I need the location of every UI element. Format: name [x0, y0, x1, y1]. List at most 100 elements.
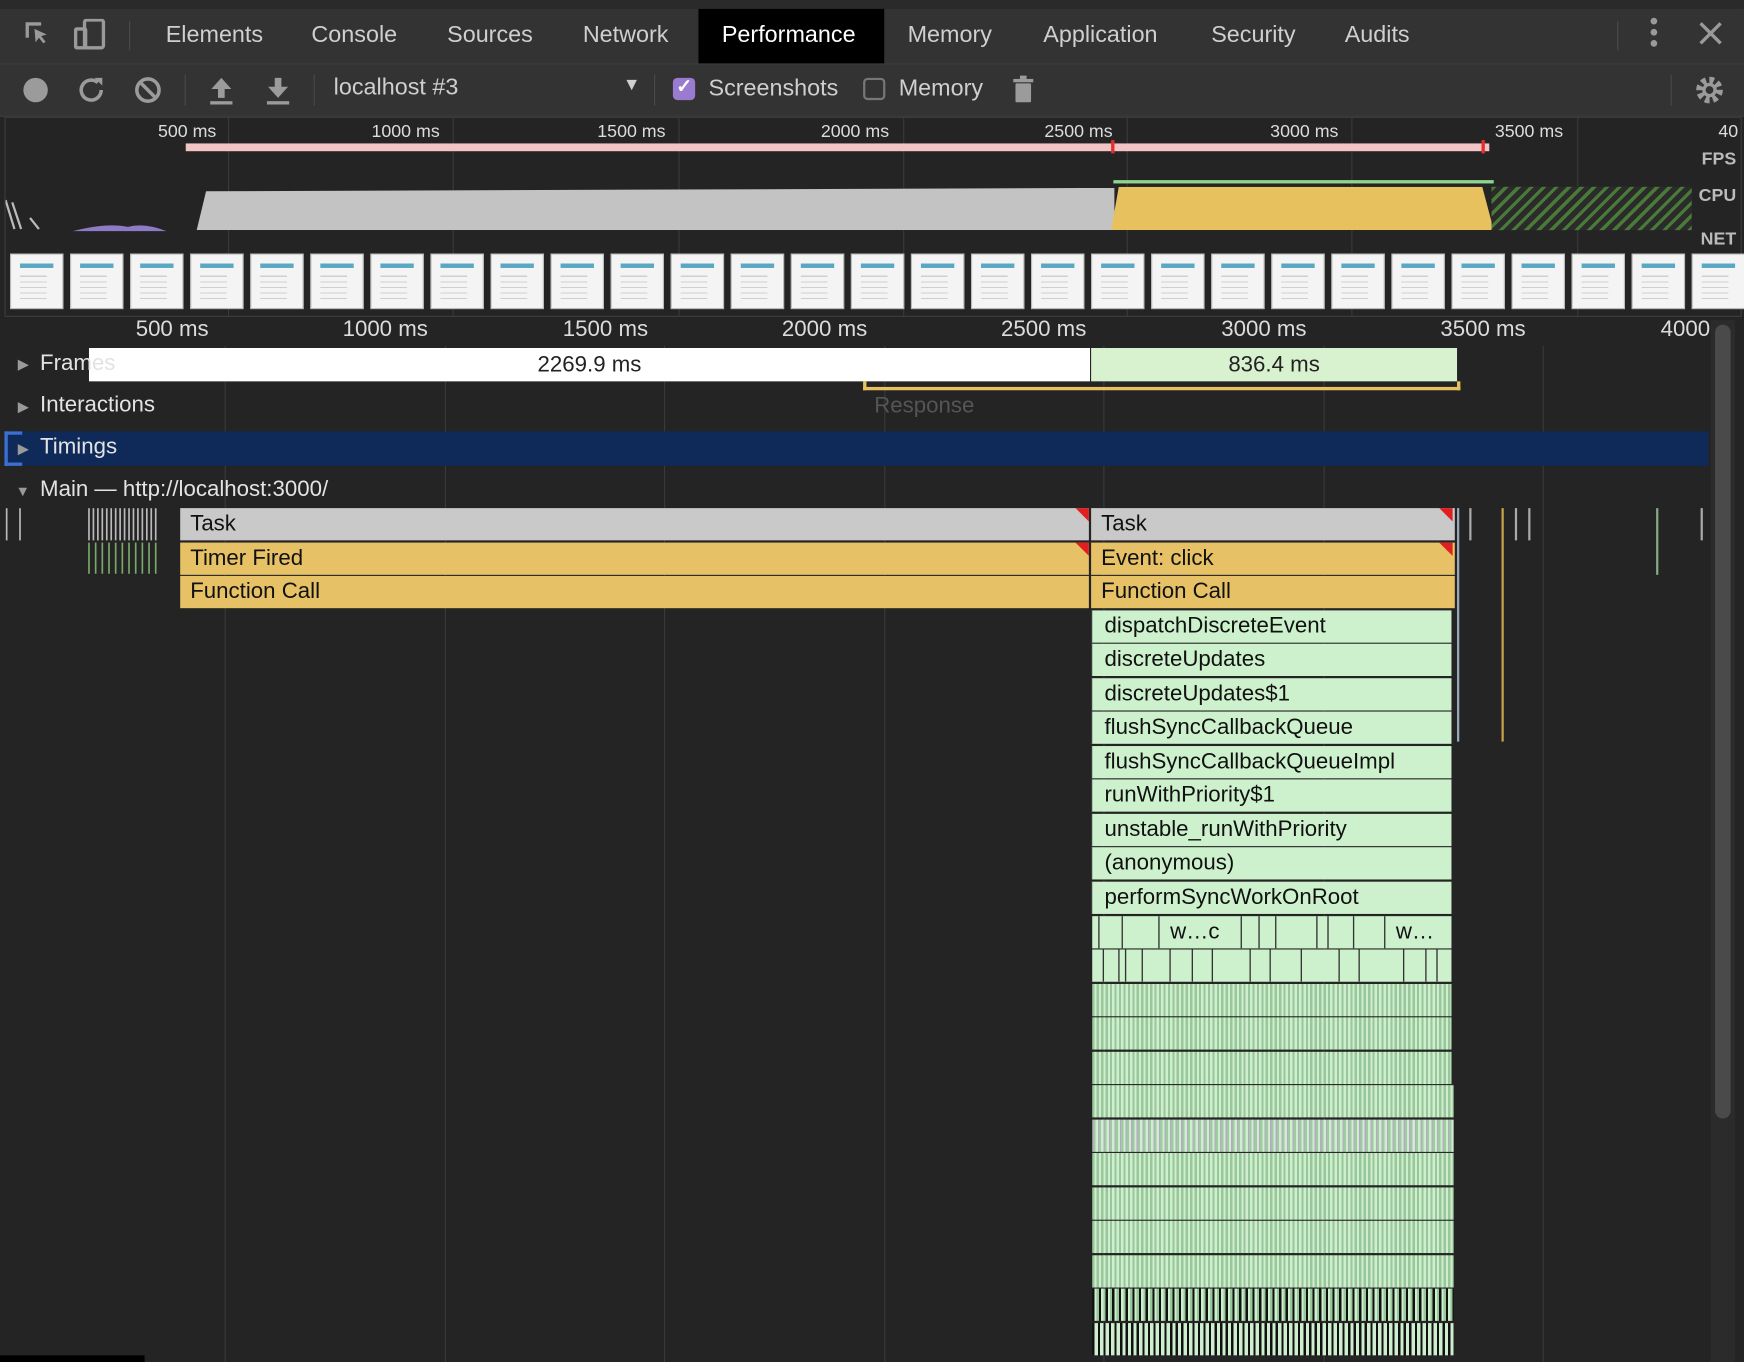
truncated-frames-row[interactable]: w…c w… [1092, 916, 1452, 949]
screenshot-thumbnail[interactable] [130, 253, 184, 310]
frames-strip[interactable]: 2269.9 ms 836.4 ms [88, 348, 1458, 382]
screenshot-thumbnail[interactable] [1151, 253, 1205, 310]
memory-checkbox[interactable] [863, 77, 886, 101]
screenshot-thumbnail[interactable] [1391, 253, 1445, 310]
screenshot-thumbnail[interactable] [370, 253, 424, 310]
dense-stack-row[interactable] [1092, 1152, 1454, 1186]
small-task-marker[interactable] [1700, 508, 1703, 541]
main-thread-label[interactable]: Main — http://localhost:3000/ [40, 477, 328, 503]
expand-triangle-icon[interactable]: ▶ [18, 440, 29, 458]
timings-row[interactable] [4, 431, 1709, 466]
timer-fired-bar[interactable]: Timer Fired [180, 542, 1089, 575]
scrollbar-thumb[interactable] [1715, 324, 1731, 1119]
screenshot-thumbnail[interactable] [10, 253, 64, 310]
screenshot-thumbnail[interactable] [1211, 253, 1265, 310]
timings-row-label[interactable]: Timings [40, 435, 117, 461]
tab-memory[interactable]: Memory [884, 9, 1015, 63]
screenshot-thumbnail[interactable] [430, 253, 484, 310]
dense-stack-row[interactable] [1092, 1085, 1454, 1118]
record-icon[interactable] [19, 73, 52, 106]
screenshot-thumbnail[interactable] [310, 253, 364, 310]
tab-security[interactable]: Security [1188, 9, 1319, 63]
more-vertical-icon[interactable] [1642, 16, 1666, 54]
screenshot-thumbnail[interactable] [1691, 253, 1744, 310]
task-bar[interactable]: Task [1091, 508, 1455, 541]
stack-frame-bar[interactable]: dispatchDiscreteEvent [1091, 610, 1452, 643]
screenshot-thumbnail[interactable] [1631, 253, 1686, 310]
timeline-overview[interactable]: 500 ms 1000 ms 1500 ms 2000 ms 2500 ms 3… [4, 116, 1744, 317]
frames-row-label[interactable]: Frames [40, 351, 115, 377]
close-icon[interactable] [1697, 20, 1724, 54]
stack-frame-bar[interactable]: flushSyncCallbackQueue [1091, 711, 1452, 744]
truncated-frame-label[interactable]: w…c [1170, 916, 1219, 948]
task-bar[interactable]: Task [180, 508, 1089, 541]
screenshot-thumbnail[interactable] [1271, 253, 1325, 310]
collapse-triangle-icon[interactable]: ▼ [16, 483, 30, 500]
dense-stack-row[interactable] [1092, 1288, 1454, 1321]
screenshot-thumbnail[interactable] [1571, 253, 1625, 310]
dense-stack-row[interactable] [1092, 949, 1452, 982]
device-toolbar-icon[interactable] [73, 18, 106, 58]
dense-stack-row[interactable] [1092, 983, 1452, 1017]
stack-frame-bar[interactable]: runWithPriority$1 [1091, 779, 1452, 812]
small-task-marker[interactable] [1656, 508, 1659, 575]
screenshot-thumbnail[interactable] [730, 253, 785, 310]
screenshots-label[interactable]: Screenshots [708, 76, 838, 103]
tab-network[interactable]: Network [559, 9, 691, 63]
screenshot-thumbnail[interactable] [1091, 253, 1145, 310]
stack-frame-bar[interactable]: flushSyncCallbackQueueImpl [1091, 746, 1452, 779]
dense-stack-row[interactable] [1092, 1187, 1454, 1220]
small-task-marker[interactable] [1469, 508, 1472, 541]
frame-block[interactable]: 836.4 ms [1091, 348, 1458, 382]
screenshot-thumbnail[interactable] [1031, 253, 1085, 310]
screenshot-thumbnail[interactable] [970, 253, 1025, 310]
screenshot-thumbnail[interactable] [790, 253, 845, 310]
tab-sources[interactable]: Sources [424, 9, 556, 63]
dense-stack-row[interactable] [1092, 1017, 1452, 1050]
small-task-marker[interactable] [1528, 508, 1531, 541]
response-interaction[interactable] [863, 381, 1461, 391]
small-task-marker[interactable] [1514, 508, 1518, 541]
screenshot-thumbnail[interactable] [1511, 253, 1565, 310]
screenshot-thumbnail[interactable] [250, 253, 304, 310]
screenshot-thumbnail[interactable] [1451, 253, 1505, 310]
expand-triangle-icon[interactable]: ▶ [18, 356, 29, 374]
screenshot-thumbnail[interactable] [1331, 253, 1385, 310]
screenshot-thumbnail[interactable] [70, 253, 124, 310]
stack-frame-bar[interactable]: discreteUpdates$1 [1091, 678, 1452, 711]
dense-stack-row[interactable] [1092, 1220, 1454, 1254]
stack-frame-bar[interactable]: (anonymous) [1091, 847, 1452, 880]
inspect-element-icon[interactable] [22, 19, 51, 56]
dense-stack-row[interactable] [1092, 1255, 1454, 1288]
dense-stack-row[interactable] [1092, 1051, 1452, 1085]
trash-icon[interactable] [1007, 73, 1040, 106]
download-icon[interactable] [261, 73, 294, 106]
stack-frame-bar[interactable]: discreteUpdates [1091, 643, 1452, 676]
function-call-bar[interactable]: Function Call [1091, 575, 1455, 609]
stack-frame-bar[interactable]: performSyncWorkOnRoot [1091, 881, 1452, 914]
function-call-bar[interactable]: Function Call [180, 575, 1089, 609]
tab-audits[interactable]: Audits [1321, 9, 1433, 63]
screenshot-thumbnail[interactable] [550, 253, 604, 310]
screenshot-strip[interactable] [6, 249, 1744, 312]
screenshot-thumbnail[interactable] [610, 253, 665, 310]
screenshots-checkbox[interactable] [672, 76, 696, 101]
screenshot-thumbnail[interactable] [850, 253, 905, 310]
reload-icon[interactable] [75, 73, 108, 106]
screenshot-thumbnail[interactable] [910, 253, 965, 310]
tab-application[interactable]: Application [1020, 9, 1181, 63]
tab-elements[interactable]: Elements [142, 9, 286, 63]
target-select[interactable]: localhost #3 [334, 74, 459, 101]
expand-triangle-icon[interactable]: ▶ [18, 398, 29, 416]
small-task-marker[interactable] [1457, 508, 1460, 742]
truncated-frame-label[interactable]: w… [1396, 916, 1434, 948]
clear-icon[interactable] [131, 73, 164, 106]
settings-gear-icon[interactable] [1693, 73, 1726, 106]
small-task-marker[interactable] [1501, 508, 1504, 742]
event-click-bar[interactable]: Event: click [1091, 542, 1455, 575]
dense-stack-row[interactable] [1092, 1119, 1454, 1152]
screenshot-thumbnail[interactable] [670, 253, 725, 310]
interactions-row-label[interactable]: Interactions [40, 392, 155, 418]
screenshot-thumbnail[interactable] [490, 253, 544, 310]
tab-performance[interactable]: Performance [698, 8, 885, 64]
